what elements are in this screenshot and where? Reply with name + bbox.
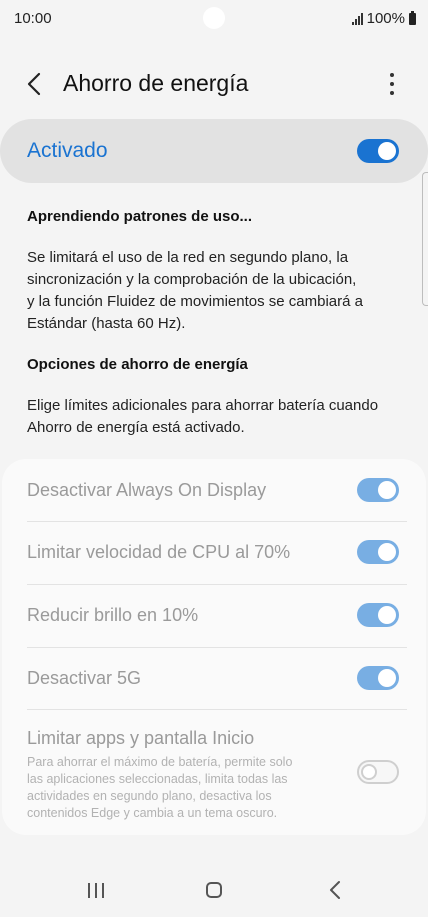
options-section: Opciones de ahorro de energía	[27, 356, 402, 373]
scrollbar[interactable]	[422, 172, 428, 306]
limit-apps-toggle[interactable]	[357, 760, 399, 784]
options-description: Elige límites adicionales para ahorrar b…	[27, 395, 402, 439]
status-bar: 10:00 100%	[0, 0, 428, 38]
learning-heading: Aprendiendo patrones de uso...	[27, 208, 253, 225]
setting-label: Desactivar Always On Display	[27, 480, 267, 500]
learning-description: Se limitará el uso de la red en segundo …	[27, 247, 402, 335]
options-line: Elige límites adicionales para ahorrar b…	[27, 397, 379, 414]
status-icons: 100%	[351, 10, 416, 27]
master-switch-label: Activado	[27, 139, 108, 162]
description-line: contenidos Edge y cambia a un tema oscur…	[27, 806, 278, 820]
brightness-toggle[interactable]	[357, 603, 399, 627]
options-heading: Opciones de ahorro de energía	[27, 356, 248, 373]
description-line: actividades en segundo plano, desactiva …	[27, 789, 272, 803]
master-toggle[interactable]	[357, 139, 399, 163]
page-title: Ahorro de energía	[63, 70, 249, 96]
cpu-toggle[interactable]	[357, 540, 399, 564]
back-icon[interactable]	[327, 880, 343, 900]
aod-toggle[interactable]	[357, 478, 399, 502]
camera-cutout	[203, 7, 225, 29]
setting-row-cpu[interactable]: Limitar velocidad de CPU al 70%	[2, 522, 426, 584]
setting-description: Para ahorrar el máximo de batería, permi…	[27, 754, 347, 822]
learning-section: Aprendiendo patrones de uso...	[27, 208, 402, 225]
learning-line: sincronización y la comprobación de la u…	[27, 271, 357, 288]
setting-label: Reducir brillo en 10%	[27, 605, 199, 625]
status-time: 10:00	[14, 10, 52, 27]
setting-row-limit-apps[interactable]: Limitar apps y pantalla Inicio Para ahor…	[2, 710, 426, 830]
back-arrow-icon[interactable]	[22, 70, 50, 98]
5g-toggle[interactable]	[357, 666, 399, 690]
recent-apps-icon[interactable]	[88, 883, 104, 898]
battery-icon	[409, 10, 416, 25]
battery-percent: 100%	[366, 10, 405, 27]
master-switch-row[interactable]: Activado	[0, 119, 428, 183]
options-line: Ahorro de energía está activado.	[27, 419, 245, 436]
setting-row-5g[interactable]: Desactivar 5G	[2, 648, 426, 710]
settings-card: Desactivar Always On Display Limitar vel…	[2, 459, 426, 835]
description-line: las aplicaciones seleccionadas, limita t…	[27, 772, 288, 786]
navigation-bar	[0, 858, 428, 917]
setting-label: Limitar apps y pantalla Inicio	[27, 728, 255, 748]
learning-line: Se limitará el uso de la red en segundo …	[27, 249, 349, 266]
setting-label: Desactivar 5G	[27, 668, 142, 688]
learning-line: Estándar (hasta 60 Hz).	[27, 315, 186, 332]
home-icon[interactable]	[206, 882, 222, 898]
setting-row-aod[interactable]: Desactivar Always On Display	[2, 459, 426, 521]
app-header: Ahorro de energía	[0, 58, 428, 110]
setting-label: Limitar velocidad de CPU al 70%	[27, 542, 291, 562]
description-line: Para ahorrar el máximo de batería, permi…	[27, 755, 293, 769]
setting-row-brightness[interactable]: Reducir brillo en 10%	[2, 585, 426, 647]
more-options-icon[interactable]	[380, 72, 404, 96]
learning-line: y la función Fluidez de movimientos se c…	[27, 293, 363, 310]
signal-icon	[351, 12, 363, 25]
